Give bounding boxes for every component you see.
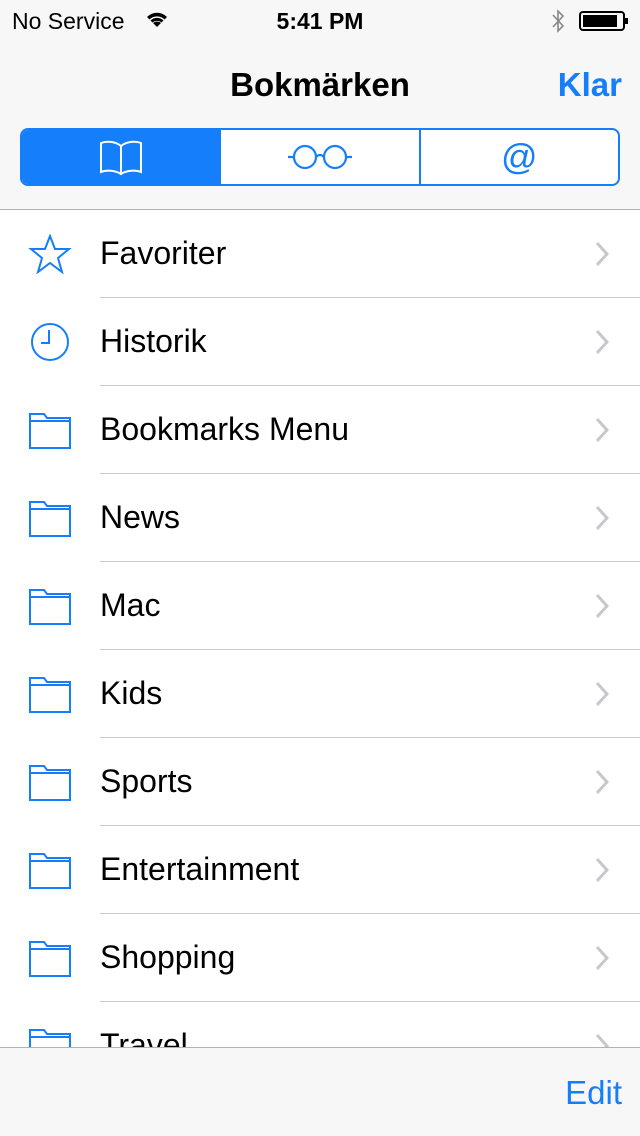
list-item-label: Historik: [100, 323, 207, 359]
chevron-right-icon: [595, 769, 610, 795]
navigation-header: No Service 5:41 PM Bokmärken Klar @: [0, 0, 640, 210]
segmented-control: @: [20, 128, 620, 186]
list-item-label: Shopping: [100, 939, 236, 975]
folder-icon: [29, 677, 71, 713]
list-item-label: Bookmarks Menu: [100, 411, 349, 447]
list-item[interactable]: Favoriter: [0, 210, 640, 298]
book-icon: [99, 140, 142, 176]
tab-bookmarks[interactable]: [22, 130, 220, 184]
edit-button[interactable]: Edit: [565, 1074, 622, 1112]
battery-icon: [579, 11, 628, 31]
chevron-right-icon: [595, 857, 610, 883]
bottom-toolbar: Edit: [0, 1047, 640, 1136]
folder-icon: [29, 413, 71, 449]
bookmarks-list: Favoriter Historik Bookmarks Menu News M…: [0, 210, 640, 1047]
list-item[interactable]: Entertainment: [0, 826, 640, 914]
page-title: Bokmärken: [230, 66, 410, 103]
list-item[interactable]: Historik: [0, 298, 640, 386]
list-item[interactable]: Shopping: [0, 914, 640, 1002]
chevron-right-icon: [595, 505, 610, 531]
list-item[interactable]: News: [0, 474, 640, 562]
status-bar: No Service 5:41 PM: [0, 0, 640, 40]
star-icon: [28, 234, 72, 274]
list-item-label: Entertainment: [100, 851, 300, 887]
list-item[interactable]: Bookmarks Menu: [0, 386, 640, 474]
folder-icon: [29, 589, 71, 625]
list-item-label: Kids: [100, 675, 163, 711]
chevron-right-icon: [595, 1033, 610, 1047]
tab-reading-list[interactable]: [219, 130, 418, 184]
list-item-label: Travel: [100, 1027, 188, 1047]
list-item-label: Sports: [100, 763, 193, 799]
clock-icon: [31, 323, 69, 361]
done-button[interactable]: Klar: [558, 66, 622, 104]
tab-shared-links[interactable]: @: [418, 130, 618, 184]
folder-icon: [29, 853, 71, 889]
folder-icon: [29, 1029, 71, 1047]
folder-icon: [29, 501, 71, 537]
chevron-right-icon: [595, 417, 610, 443]
list-item-label: Mac: [100, 587, 161, 623]
list-item-label: News: [100, 499, 181, 535]
chevron-right-icon: [595, 241, 610, 267]
list-item-label: Favoriter: [100, 235, 227, 271]
chevron-right-icon: [595, 681, 610, 707]
folder-icon: [29, 941, 71, 977]
at-icon: @: [501, 136, 538, 177]
list-item[interactable]: Sports: [0, 738, 640, 826]
chevron-right-icon: [595, 945, 610, 971]
list-item[interactable]: Kids: [0, 650, 640, 738]
list-item[interactable]: Travel: [0, 1002, 640, 1047]
folder-icon: [29, 765, 71, 801]
bluetooth-icon: [552, 9, 565, 33]
glasses-icon: [287, 144, 352, 170]
list-item[interactable]: Mac: [0, 562, 640, 650]
chevron-right-icon: [595, 593, 610, 619]
clock-time: 5:41 PM: [276, 8, 364, 34]
chevron-right-icon: [595, 329, 610, 355]
